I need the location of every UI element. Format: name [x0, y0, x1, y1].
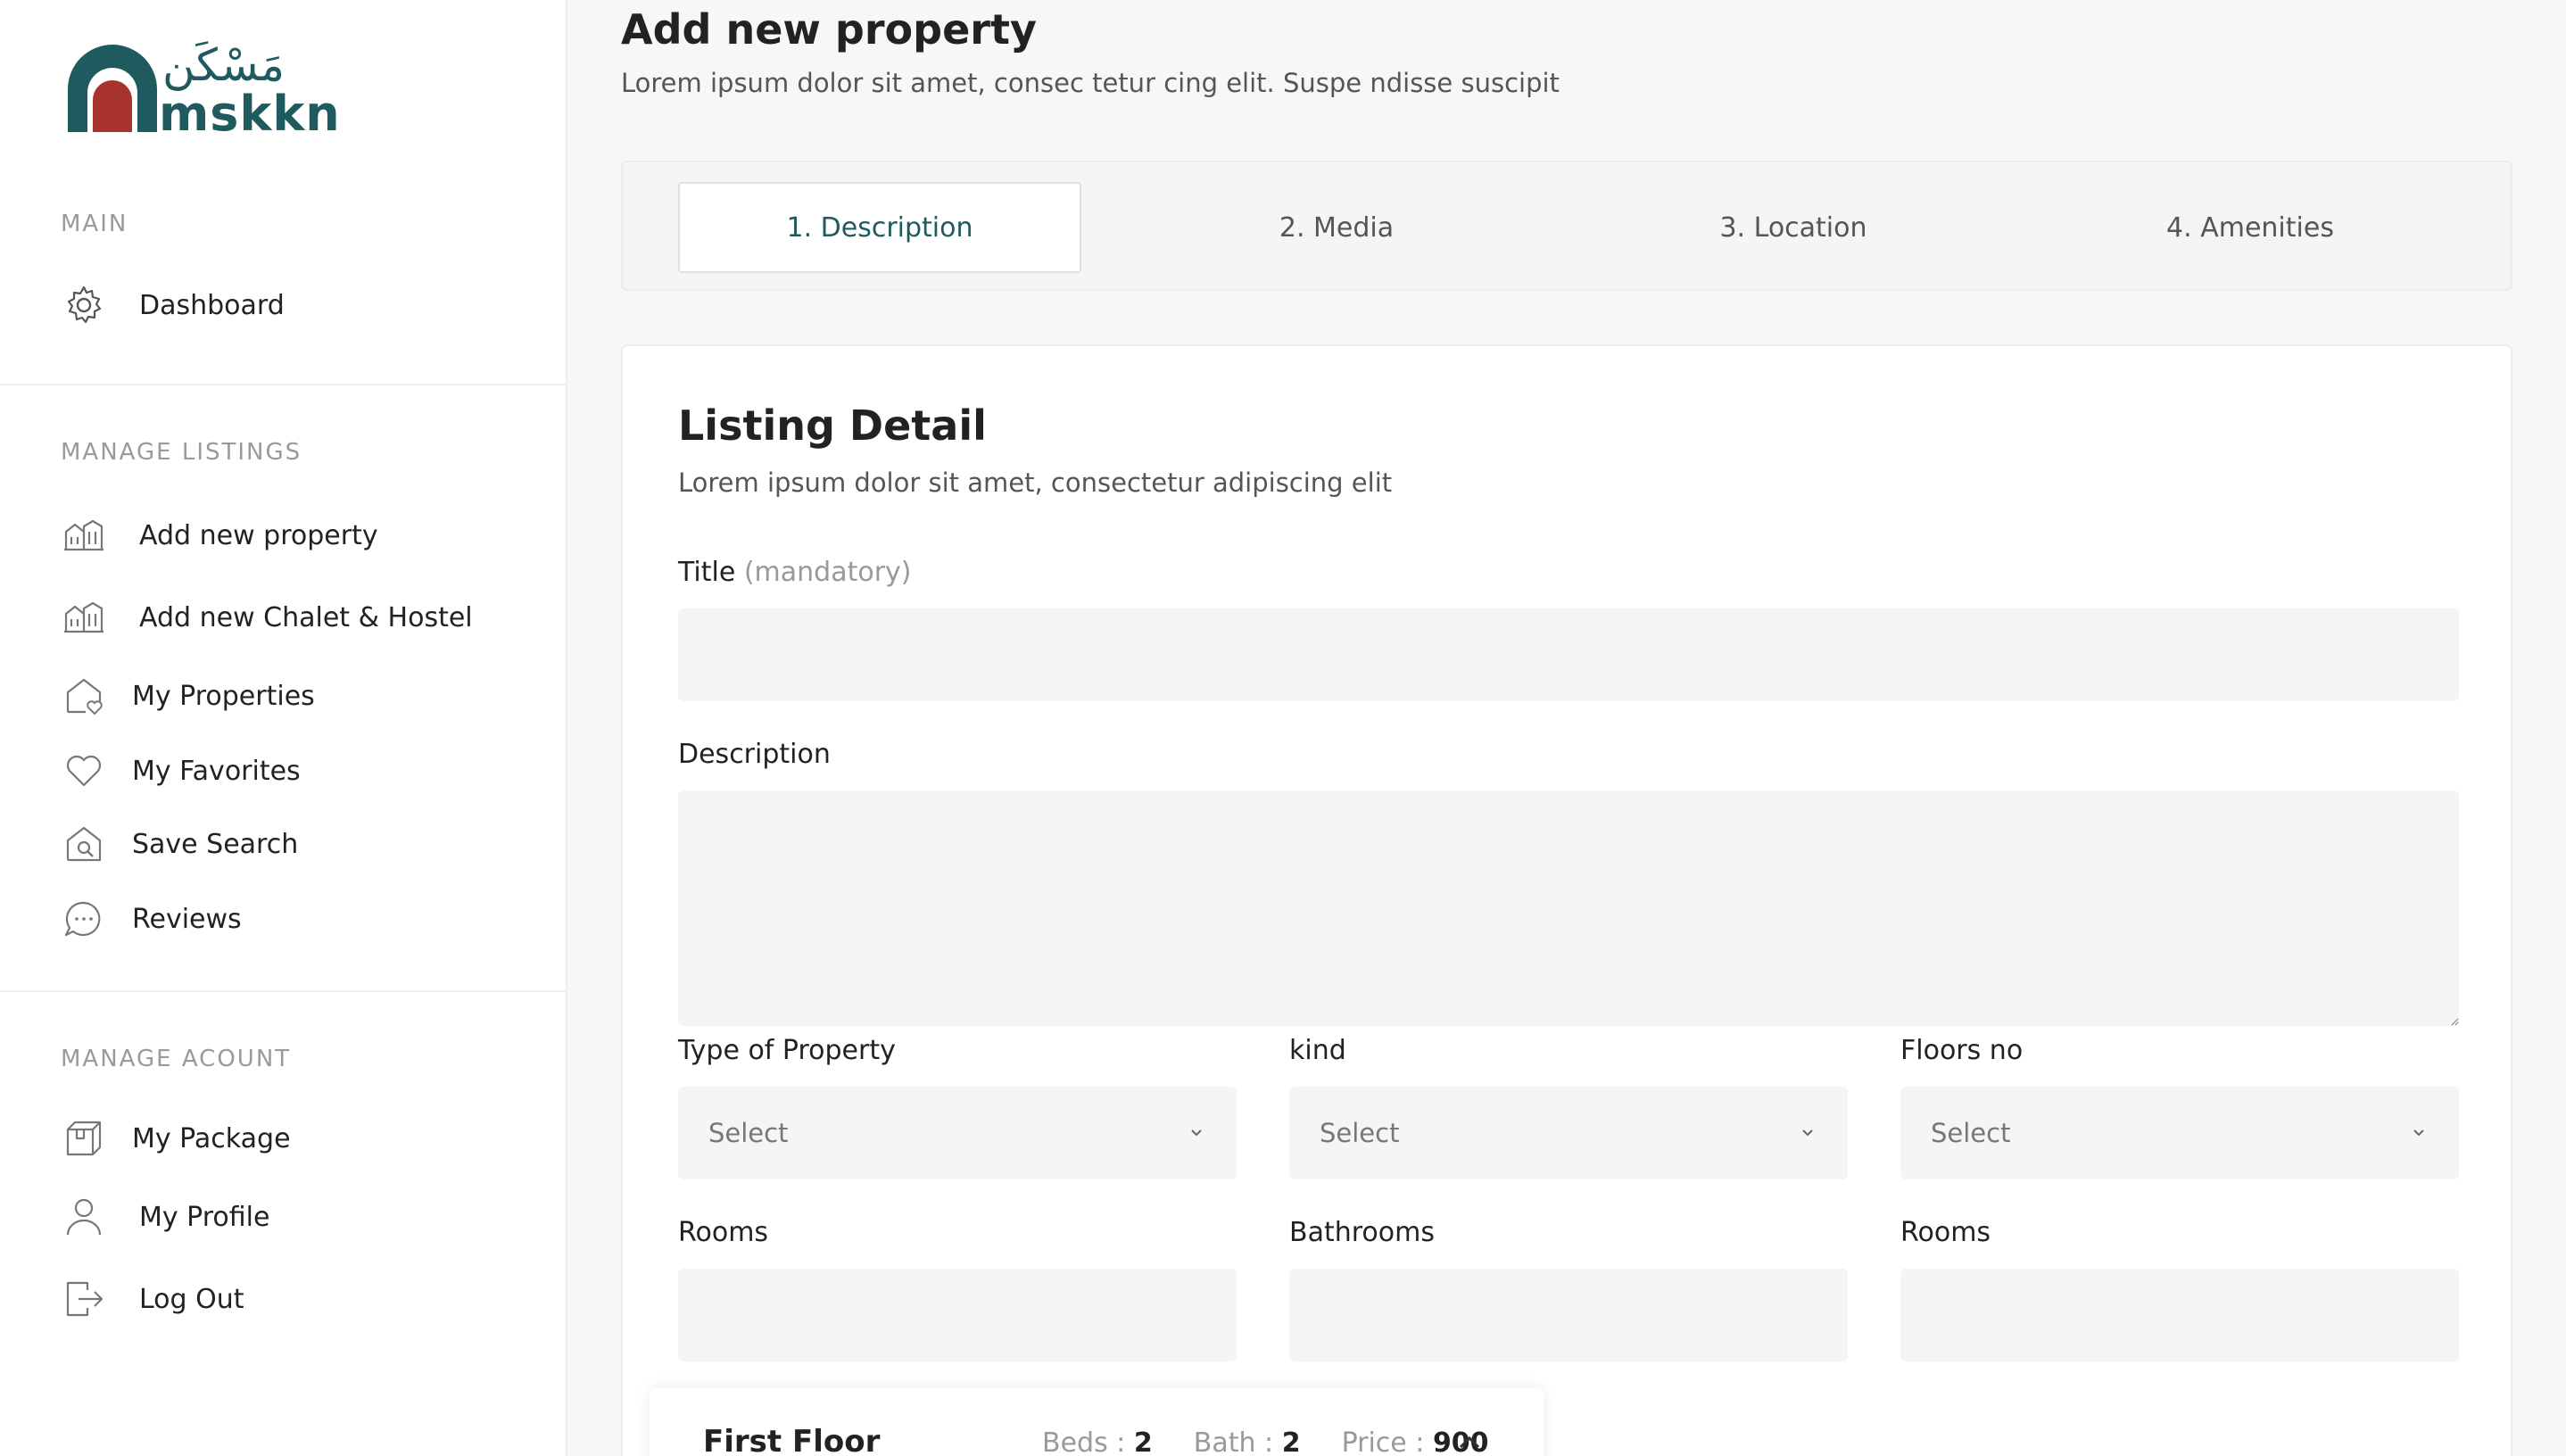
select-value: Select [1320, 1118, 1400, 1148]
sidebar-item-label: Save Search [132, 828, 299, 860]
listing-detail-card: Listing Detail Lorem ipsum dolor sit ame… [621, 344, 2512, 1456]
beds-stat: Beds : 2 [1042, 1427, 1153, 1456]
page-subtitle: Lorem ipsum dolor sit amet, consec tetur… [621, 68, 1560, 98]
tab-location[interactable]: 3. Location [1592, 182, 1995, 273]
kind-select[interactable]: Select [1289, 1087, 1848, 1179]
description-textarea[interactable] [678, 790, 2459, 1026]
select-value: Select [1931, 1118, 2011, 1148]
divider [0, 990, 567, 992]
title-mandatory-hint: (mandatory) [743, 557, 912, 588]
title-label: Title (mandatory) [678, 557, 912, 588]
bath-label: Bath : [1193, 1427, 1282, 1456]
sidebar-item-my-profile[interactable]: My Profile [62, 1190, 269, 1244]
tab-description[interactable]: 1. Description [678, 182, 1081, 273]
floor-title: First Floor [703, 1424, 881, 1456]
card-subtitle: Lorem ipsum dolor sit amet, consectetur … [678, 467, 1393, 498]
package-icon [66, 1121, 102, 1156]
floors-no-label: Floors no [1900, 1035, 2024, 1066]
chevron-down-icon [1802, 1129, 1813, 1137]
sidebar-item-label: Dashboard [139, 289, 285, 321]
select-value: Select [708, 1118, 789, 1148]
sidebar-item-label: Reviews [132, 903, 242, 935]
sidebar-item-label: My Profile [139, 1201, 270, 1233]
rooms-label: Rooms [678, 1217, 769, 1248]
sidebar-item-label: My Favorites [132, 755, 301, 787]
gear-icon [67, 285, 102, 324]
sidebar-item-save-search[interactable]: Save Search [62, 817, 298, 871]
bath-value: 2 [1281, 1427, 1301, 1456]
building-icon [64, 519, 103, 551]
sidebar-item-label: Add new Chalet & Hostel [139, 601, 473, 633]
floor-stats: Beds : 2 Bath : 2 Price : 900 [1042, 1427, 1489, 1456]
sidebar-item-dashboard[interactable]: Dashboard [62, 278, 285, 332]
sidebar-item-label: My Package [132, 1122, 291, 1154]
rooms-input[interactable] [678, 1269, 1237, 1361]
tab-media[interactable]: 2. Media [1135, 182, 1538, 273]
building-icon [64, 601, 103, 633]
sidebar-item-my-properties[interactable]: My Properties [62, 669, 315, 723]
sidebar-item-label: Log Out [139, 1283, 244, 1315]
chat-icon [64, 901, 101, 937]
heart-icon [66, 755, 102, 787]
sidebar-item-reviews[interactable]: Reviews [62, 892, 242, 946]
page-title: Add new property [621, 5, 1037, 54]
sidebar-item-label: Add new property [139, 519, 378, 551]
home-search-icon [66, 826, 102, 862]
kind-label: kind [1289, 1035, 1346, 1066]
title-input[interactable] [678, 608, 2459, 701]
type-of-property-label: Type of Property [678, 1035, 896, 1066]
logo-latin-text: mskkn [159, 86, 341, 142]
logo-arabic-text: مَسْكَن [162, 39, 286, 91]
rooms-2-label: Rooms [1900, 1217, 1991, 1248]
card-title: Listing Detail [678, 401, 987, 450]
type-of-property-select[interactable]: Select [678, 1087, 1237, 1179]
beds-label: Beds : [1042, 1427, 1134, 1456]
chevron-down-icon [2413, 1129, 2424, 1137]
bathrooms-input[interactable] [1289, 1269, 1848, 1361]
user-icon [66, 1198, 102, 1236]
floors-no-select[interactable]: Select [1900, 1087, 2459, 1179]
sidebar-item-my-favorites[interactable]: My Favorites [62, 744, 301, 798]
sidebar-item-add-new-property[interactable]: Add new property [62, 509, 378, 562]
home-heart-icon [66, 678, 103, 716]
sidebar-item-my-package[interactable]: My Package [62, 1112, 291, 1165]
floor-panel[interactable]: First Floor Beds : 2 Bath : 2 Price : 90… [650, 1388, 1544, 1456]
chevron-up-icon[interactable] [1456, 1431, 1483, 1454]
logo-arch-icon [68, 45, 157, 132]
sidebar-item-log-out[interactable]: Log Out [62, 1272, 244, 1326]
bathrooms-label: Bathrooms [1289, 1217, 1435, 1248]
logout-icon [66, 1281, 103, 1317]
tab-amenities[interactable]: 4. Amenities [2049, 182, 2452, 273]
brand-logo[interactable]: مَسْكَن mskkn [62, 39, 340, 143]
section-label-manage-listings: MANAGE LISTINGS [61, 439, 302, 466]
section-label-main: MAIN [61, 211, 128, 237]
sidebar-item-label: My Properties [132, 680, 315, 712]
step-tabs: 1. Description 2. Media 3. Location 4. A… [621, 161, 2512, 291]
beds-value: 2 [1133, 1427, 1153, 1456]
price-label: Price : [1341, 1427, 1433, 1456]
bath-stat: Bath : 2 [1194, 1427, 1301, 1456]
chevron-down-icon [1191, 1129, 1202, 1137]
section-label-manage-account: MANAGE ACOUNT [61, 1046, 292, 1072]
title-label-text: Title [678, 557, 736, 588]
sidebar: مَسْكَن mskkn MAIN Dashboard MANAGE LIST… [0, 0, 567, 1456]
divider [0, 384, 567, 385]
description-label: Description [678, 739, 831, 770]
rooms-2-input[interactable] [1900, 1269, 2459, 1361]
sidebar-item-add-new-chalet-hostel[interactable]: Add new Chalet & Hostel [62, 591, 473, 644]
